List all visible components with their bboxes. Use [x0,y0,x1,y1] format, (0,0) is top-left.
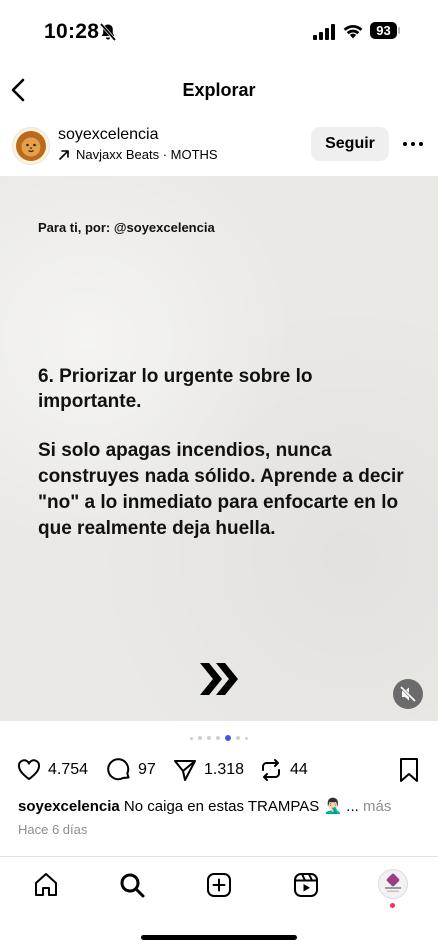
post-timestamp: Hace 6 días [18,822,88,837]
notification-dot [390,903,395,908]
more-options-icon[interactable] [402,136,424,152]
home-icon[interactable] [32,871,60,899]
follow-button[interactable]: Seguir [311,127,389,161]
heart-icon [17,759,41,780]
post-music-line[interactable]: Navjaxx Beats · MOTHS [58,147,218,162]
battery-level: 93 [370,22,397,39]
caption-text: No caiga en estas TRAMPAS 🤦🏻‍♂️ ... [123,798,359,815]
repost-action[interactable]: 44 [258,757,308,783]
comment-count: 97 [138,761,156,778]
send-icon [174,760,196,781]
wifi-icon [343,24,363,39]
battery-indicator: 93 [370,22,402,40]
carousel-dot [236,736,240,740]
profile-logo-icon [385,873,401,892]
lion-logo-icon [16,131,46,161]
like-count: 4.754 [48,761,89,778]
speaker-muted-icon [399,685,417,703]
caption-more-link[interactable]: más [363,798,391,815]
image-intro-text: Para ti, por: @soyexcelencia [38,220,215,235]
music-credit: Navjaxx Beats · MOTHS [76,147,218,162]
carousel-dot-active [225,735,231,741]
image-heading-text: 6. Priorizar lo urgente sobre lo importa… [38,366,313,412]
home-indicator [141,935,297,940]
repost-count: 44 [290,761,308,778]
carousel-dot [207,736,211,740]
bell-muted-icon [99,22,117,42]
search-icon[interactable] [118,871,146,899]
share-action[interactable]: 1.318 [172,757,244,783]
carousel-dot [216,736,220,740]
mute-button[interactable] [393,679,423,709]
profile-avatar[interactable] [378,869,408,899]
carousel-indicator [0,735,438,741]
status-time: 10:28 [44,20,100,43]
caption-username[interactable]: soyexcelencia [18,798,120,815]
reels-icon[interactable] [292,871,320,899]
carousel-dot [190,736,193,740]
carousel-dot [245,736,248,740]
carousel-dot [198,736,202,740]
repost-icon [262,759,280,781]
image-body-text: Si solo apagas incendios, nunca construy… [38,440,404,539]
tabbar-divider [0,856,438,857]
page-title: Explorar [182,80,256,100]
share-count: 1.318 [204,761,245,778]
post-caption: soyexcelencia No caiga en estas TRAMPAS … [18,797,428,815]
like-action[interactable]: 4.754 [16,757,88,783]
double-chevron-right-icon [200,663,238,695]
comment-action[interactable]: 97 [106,757,156,783]
create-icon[interactable] [205,871,233,899]
post-image[interactable]: Para ti, por: @soyexcelencia 6. Prioriza… [0,176,438,721]
post-author-username[interactable]: soyexcelencia [58,126,159,144]
post-author-avatar[interactable] [12,127,50,165]
comment-icon [107,758,130,781]
cellular-signal-icon [313,24,335,40]
arrow-up-right-icon [59,149,69,160]
bookmark-icon[interactable] [398,757,420,783]
